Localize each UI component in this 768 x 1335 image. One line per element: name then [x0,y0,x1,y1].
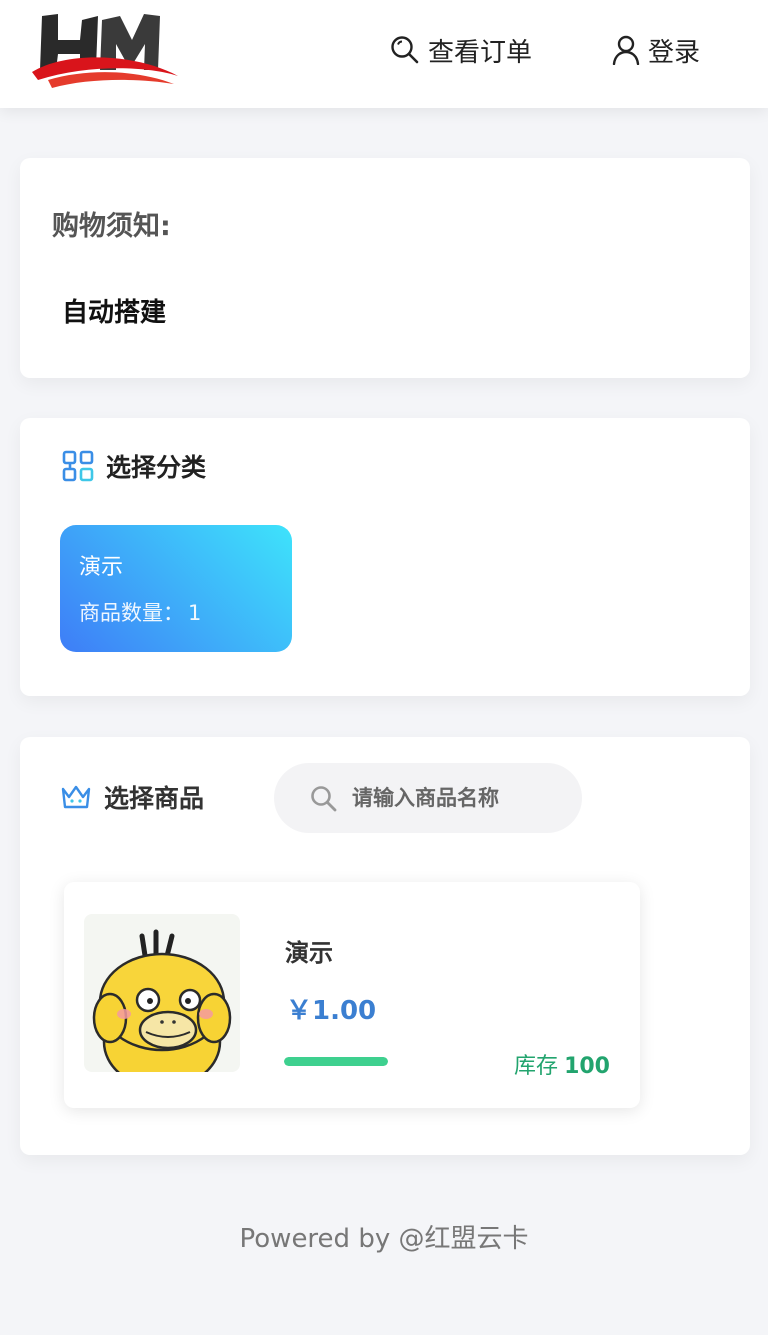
product-search-input[interactable] [352,778,562,818]
goods-card: 选择商品 请输入商品名称 演示 ￥1.00 库存 100 [20,737,750,1155]
category-card: 选择分类 演示 商品数量： 1 [20,418,750,696]
logo-image: HM [32,14,178,88]
crown-icon [61,785,91,809]
product-search-box[interactable] [274,763,582,833]
notice-body: 自动搭建 [62,298,167,328]
product-card-demo[interactable]: 演示 ￥1.00 库存 100 [64,882,640,1108]
goods-title: 选择商品 [104,784,205,813]
category-tile-demo[interactable]: 演示 商品数量： 1 [60,525,292,652]
product-image [84,914,240,1072]
login-link[interactable]: 登录 [612,30,700,70]
category-title: 选择分类 [106,453,207,482]
user-icon [612,35,640,65]
footer: Powered by @红盟云卡 [0,1218,768,1255]
notice-title: 购物须知: [52,211,171,242]
stock-value: 100 [564,1054,610,1079]
stock-progress-fill [284,1057,388,1066]
stock-progress-bar [284,1057,388,1066]
category-name: 演示 [79,555,124,580]
category-count-label: 商品数量： [79,601,184,625]
login-label: 登录 [648,37,701,68]
stock-label: 库存 [514,1054,559,1079]
category-count-value: 1 [188,601,202,625]
search-icon [391,36,419,64]
goods-header: 选择商品 [60,777,204,817]
view-orders-label: 查看订单 [428,37,533,68]
view-orders-link[interactable]: 查看订单 [390,30,532,70]
product-price: ￥1.00 [286,996,377,1026]
shopping-notice-card: 购物须知: 自动搭建 [20,158,750,378]
powered-by-text: Powered by @红盟云卡 [239,1224,529,1254]
category-count: 商品数量： 1 [79,597,201,627]
psyduck-image [92,929,232,1072]
product-name: 演示 [285,939,333,967]
stock-info: 库存 100 [514,1048,610,1080]
grid-icon [62,450,94,482]
search-icon [311,786,337,812]
category-header: 选择分类 [62,448,206,484]
top-header: HM 查看订单 登录 [0,0,768,108]
brand-logo[interactable]: HM [28,10,186,92]
